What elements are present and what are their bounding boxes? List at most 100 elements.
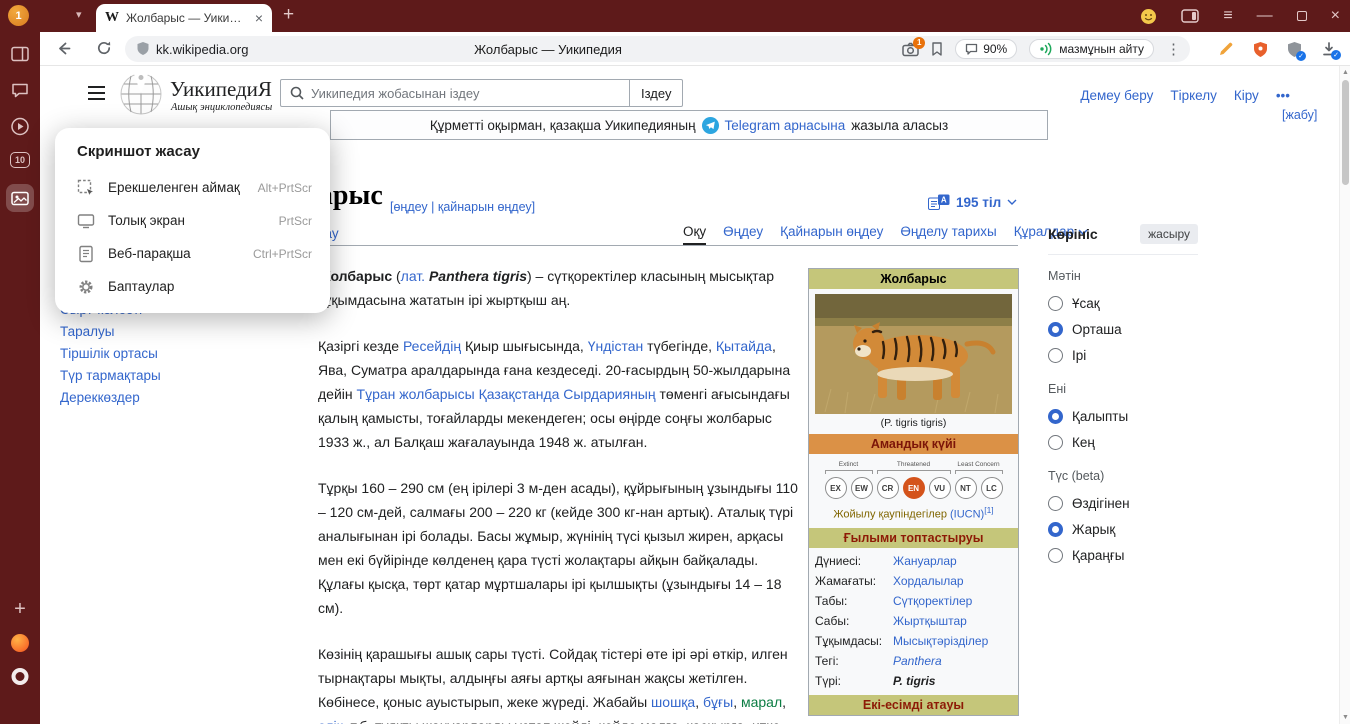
read-aloud-button[interactable]: мазмұнын айту	[1029, 39, 1154, 59]
appearance-option-қараңғы[interactable]: Қараңғы	[1048, 542, 1198, 568]
protect-shield-icon[interactable]	[1253, 41, 1268, 58]
tab-group-badge[interactable]: 1	[8, 5, 29, 26]
edit-pen-icon[interactable]	[1218, 41, 1234, 57]
wiki-link[interactable]: елік	[318, 718, 343, 724]
download-icon[interactable]: ✓	[1321, 41, 1337, 57]
radio-button[interactable]	[1048, 522, 1063, 537]
appearance-option-қалыпты[interactable]: Қалыпты	[1048, 403, 1198, 429]
taxonomy-value[interactable]: Мысықтәрізділер	[893, 631, 988, 651]
address-field[interactable]: kk.wikipedia.org Жолбарыс — Уикипедия 1 …	[125, 36, 1190, 62]
scroll-down-icon[interactable]: ▼	[1340, 714, 1350, 721]
bookmark-flag-icon[interactable]	[931, 42, 943, 56]
radio-button[interactable]	[1048, 296, 1063, 311]
more-menu-icon[interactable]: •••	[1276, 88, 1290, 103]
hide-appearance-button[interactable]: жасыру	[1140, 224, 1198, 244]
security-shield-check-icon[interactable]: ✓	[1287, 41, 1302, 58]
wiki-link[interactable]: Сырдарияның	[563, 386, 655, 402]
new-tab-button[interactable]: +	[283, 4, 294, 26]
tab-read[interactable]: Оқу	[683, 224, 706, 245]
radio-button[interactable]	[1048, 409, 1063, 424]
radio-button[interactable]	[1048, 548, 1063, 563]
browser-tab[interactable]: W Жолбарыс — Уикипедия ×	[96, 4, 272, 32]
wiki-link[interactable]: марал	[741, 694, 782, 710]
menu-item-3[interactable]: Веб-парақшаCtrl+PrtScr	[55, 237, 330, 270]
maximize-button[interactable]	[1297, 11, 1307, 21]
zoom-indicator[interactable]: 90%	[955, 39, 1017, 59]
chat-icon[interactable]	[11, 82, 29, 99]
taxonomy-value[interactable]: Жануарлар	[893, 551, 957, 571]
tab-close-icon[interactable]: ×	[255, 10, 263, 26]
appearance-option-ұсақ[interactable]: Ұсақ	[1048, 290, 1198, 316]
address-menu-icon[interactable]: ⋮	[1166, 40, 1181, 58]
page-scrollbar[interactable]: ▲ ▼	[1339, 66, 1350, 724]
radio-button[interactable]	[1048, 348, 1063, 363]
screenshot-camera-icon[interactable]: 1	[902, 42, 919, 57]
site-security-icon[interactable]	[136, 41, 150, 56]
toc-item[interactable]: Тіршілік ортасы	[60, 346, 161, 361]
sidebar-add-icon[interactable]: +	[14, 598, 26, 621]
screenshot-tool-icon[interactable]	[6, 184, 34, 212]
wiki-search-box[interactable]	[280, 79, 630, 107]
taxonomy-label: Тегі:	[815, 651, 893, 671]
tab-edit-source[interactable]: Қайнарын өңдеу	[780, 224, 883, 243]
language-selector[interactable]: A 195 тіл	[928, 194, 1017, 210]
menu-item-4[interactable]: Баптаулар	[55, 270, 330, 303]
toc-item[interactable]: Түр тармақтары	[60, 368, 161, 383]
status-ref[interactable]: [1]	[984, 505, 993, 515]
wiki-link[interactable]: шошқа	[651, 694, 695, 710]
wiki-link[interactable]: Үндістан	[588, 338, 644, 354]
radio-button[interactable]	[1048, 435, 1063, 450]
wiki-link[interactable]: лат.	[401, 268, 425, 284]
search-input[interactable]	[311, 86, 620, 101]
taxonomy-value[interactable]: Хордалылар	[893, 571, 964, 591]
taxonomy-value[interactable]: Panthera	[893, 651, 942, 671]
alice-assistant-icon[interactable]	[11, 634, 29, 652]
appearance-option-ірі[interactable]: Ірі	[1048, 342, 1198, 368]
title-edit-links[interactable]: [өңдеу | қайнарын өңдеу]	[390, 200, 535, 214]
tab-history[interactable]: Өңделу тарихы	[900, 224, 996, 243]
appearance-option-өздігінен[interactable]: Өздігінен	[1048, 490, 1198, 516]
back-button[interactable]	[55, 40, 72, 57]
iucn-link[interactable]: (IUCN)	[950, 509, 984, 521]
minimize-button[interactable]: —	[1257, 8, 1273, 24]
radio-button[interactable]	[1048, 322, 1063, 337]
scroll-up-icon[interactable]: ▲	[1340, 69, 1350, 76]
register-link[interactable]: Тіркелу	[1170, 88, 1217, 103]
login-link[interactable]: Кіру	[1234, 88, 1259, 103]
banner-close-link[interactable]: [жабу]	[1282, 108, 1317, 122]
toc-item[interactable]: Дереккөздер	[60, 390, 161, 405]
tab-edit[interactable]: Өңдеу	[723, 224, 763, 243]
wikipedia-logo[interactable]	[118, 70, 164, 116]
wiki-link[interactable]: Тұран жолбарысы	[357, 386, 475, 402]
radio-button[interactable]	[1048, 496, 1063, 511]
taxonomy-value[interactable]: Жыртқыштар	[893, 611, 967, 631]
appearance-option-жарық[interactable]: Жарық	[1048, 516, 1198, 542]
wiki-link[interactable]: Қытайда	[716, 338, 772, 354]
close-window-button[interactable]: ×	[1331, 8, 1340, 24]
taxonomy-value[interactable]: Сүтқоректілер	[893, 591, 972, 611]
tab-counter-badge[interactable]: 10	[10, 152, 30, 168]
sidebar-panel-icon[interactable]	[11, 46, 29, 62]
wiki-link[interactable]: Ресейдің	[403, 338, 461, 354]
menu-item-1[interactable]: Ерекшеленген аймақAlt+PrtScr	[55, 171, 330, 204]
appearance-option-кең[interactable]: Кең	[1048, 429, 1198, 455]
wiki-link[interactable]: бұғы	[703, 694, 733, 710]
side-panels-icon[interactable]	[1181, 9, 1199, 23]
emoji-icon[interactable]	[1140, 8, 1157, 25]
appearance-option-орташа[interactable]: Орташа	[1048, 316, 1198, 342]
menu-item-2[interactable]: Толық экранPrtScr	[55, 204, 330, 237]
telegram-link[interactable]: Telegram арнасына	[725, 118, 846, 133]
toc-item[interactable]: Таралуы	[60, 324, 161, 339]
donate-link[interactable]: Демеу беру	[1080, 88, 1153, 103]
tiger-image[interactable]	[815, 294, 1012, 414]
wiki-menu-icon[interactable]	[88, 86, 105, 104]
browser-menu-icon[interactable]: ≡	[1223, 8, 1232, 24]
search-button[interactable]: Іздеу	[629, 79, 683, 107]
wiki-link[interactable]: Қазақстанда	[479, 386, 560, 402]
scrollbar-thumb[interactable]	[1342, 80, 1349, 185]
reload-button[interactable]	[96, 40, 112, 56]
url-text[interactable]: kk.wikipedia.org	[156, 42, 249, 57]
wikipedia-wordmark[interactable]: УикипедиЯ	[170, 77, 272, 102]
tab-list-chevron-icon[interactable]: ▾	[76, 8, 82, 21]
video-play-icon[interactable]	[11, 117, 30, 136]
